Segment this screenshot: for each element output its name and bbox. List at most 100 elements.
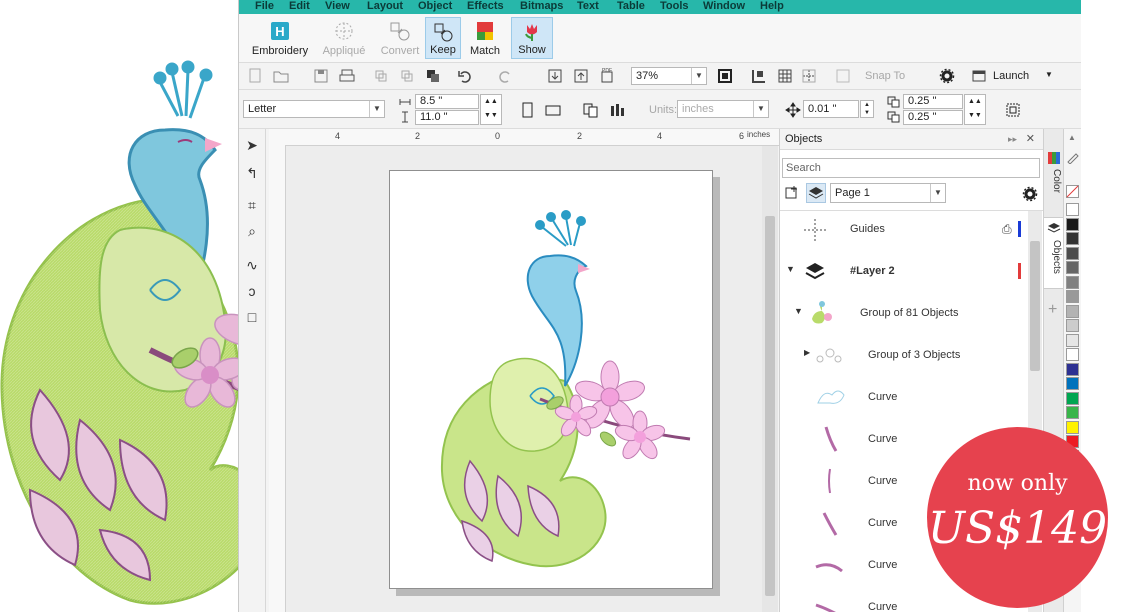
menu-window[interactable]: Window bbox=[703, 0, 745, 12]
palette-scroll-up-icon[interactable]: ▲ bbox=[1068, 133, 1076, 142]
menu-tools[interactable]: Tools bbox=[660, 0, 689, 12]
applique-button[interactable]: Appliqué bbox=[317, 17, 371, 59]
cut-icon[interactable] bbox=[373, 68, 389, 84]
add-tab-icon[interactable]: + bbox=[1048, 301, 1057, 319]
horizontal-ruler[interactable]: 4 2 0 2 4 6 inches bbox=[269, 129, 779, 146]
shape-tool-icon[interactable]: ↰ bbox=[243, 163, 261, 183]
peacock-vector-artwork[interactable] bbox=[390, 171, 712, 588]
current-page-icon[interactable] bbox=[609, 102, 625, 118]
close-icon[interactable]: ✕ bbox=[1026, 129, 1035, 149]
object-row-group3[interactable]: ▶ Group of 3 Objects bbox=[780, 335, 1028, 377]
scrollbar-thumb[interactable] bbox=[1030, 241, 1040, 371]
object-row-layer2[interactable]: ▼ #Layer 2 bbox=[780, 251, 1028, 293]
guidelines-icon[interactable] bbox=[801, 68, 817, 84]
full-screen-icon[interactable] bbox=[717, 68, 733, 84]
match-button[interactable]: Match bbox=[465, 17, 505, 59]
units-select[interactable]: inches ▼ bbox=[677, 100, 769, 118]
launch-button[interactable]: Launch bbox=[993, 70, 1029, 82]
tab-color[interactable]: Color bbox=[1046, 169, 1062, 209]
color-swatch[interactable] bbox=[1066, 319, 1079, 332]
color-swatch[interactable] bbox=[1066, 261, 1079, 274]
page-height-field[interactable]: 11.0 " bbox=[415, 110, 479, 125]
color-swatch[interactable] bbox=[1066, 246, 1079, 260]
crop-tool-icon[interactable]: ⌗ bbox=[243, 195, 261, 215]
vertical-ruler[interactable] bbox=[269, 145, 286, 612]
color-swatch[interactable] bbox=[1066, 391, 1079, 405]
color-swatch[interactable] bbox=[1066, 333, 1079, 347]
menu-layout[interactable]: Layout bbox=[367, 0, 403, 12]
zoom-level-select[interactable]: 37% ▼ bbox=[631, 67, 707, 85]
zoom-tool-icon[interactable]: ⌕ bbox=[243, 221, 261, 241]
color-swatch[interactable] bbox=[1066, 362, 1079, 376]
new-document-icon[interactable] bbox=[247, 68, 263, 84]
undo-icon[interactable] bbox=[457, 68, 473, 84]
duplicate-y-field[interactable]: 0.25 " bbox=[903, 110, 963, 125]
object-row-group81[interactable]: ▼ Group of 81 Objects bbox=[780, 293, 1028, 335]
menu-view[interactable]: View bbox=[325, 0, 350, 12]
artistic-media-tool-icon[interactable]: ↄ bbox=[243, 281, 261, 301]
menu-text[interactable]: Text bbox=[577, 0, 599, 12]
canvas-vertical-scrollbar[interactable] bbox=[762, 146, 778, 612]
nudge-stepper[interactable]: ▲ ▼ bbox=[860, 100, 874, 118]
import-icon[interactable] bbox=[547, 68, 563, 84]
embroidery-button[interactable]: H Embroidery bbox=[249, 17, 311, 59]
portrait-icon[interactable] bbox=[519, 102, 535, 118]
menu-file[interactable]: File bbox=[255, 0, 274, 12]
object-row-guides[interactable]: Guides ⎙ bbox=[780, 209, 1028, 251]
rulers-icon[interactable] bbox=[751, 68, 767, 84]
object-row-curve[interactable]: Curve bbox=[780, 377, 1028, 419]
grid-icon[interactable] bbox=[777, 68, 793, 84]
docker-gear-icon[interactable] bbox=[1022, 186, 1038, 202]
drawing-canvas[interactable] bbox=[286, 146, 778, 612]
lock-icon[interactable]: ⎙ bbox=[1002, 222, 1012, 237]
copy-icon[interactable] bbox=[399, 68, 415, 84]
nudge-distance-field[interactable]: 0.01 " bbox=[803, 100, 859, 118]
gear-icon[interactable] bbox=[939, 68, 955, 84]
menu-edit[interactable]: Edit bbox=[289, 0, 310, 12]
document-page[interactable] bbox=[389, 170, 713, 589]
no-color-swatch[interactable] bbox=[1066, 185, 1079, 198]
pick-tool-icon[interactable]: ➤ bbox=[243, 135, 261, 155]
color-swatch[interactable] bbox=[1066, 348, 1079, 361]
print-icon[interactable] bbox=[339, 68, 355, 84]
color-swatch[interactable] bbox=[1066, 406, 1079, 419]
expand-row-icon[interactable]: ▶ bbox=[804, 348, 810, 357]
collapse-icon[interactable]: ▼ bbox=[794, 306, 803, 316]
color-swatch[interactable] bbox=[1066, 420, 1079, 434]
paste-icon[interactable] bbox=[425, 68, 441, 84]
color-swatch[interactable] bbox=[1066, 304, 1079, 318]
color-swatch[interactable] bbox=[1066, 232, 1079, 245]
show-button[interactable]: Show bbox=[511, 17, 553, 59]
color-swatch[interactable] bbox=[1066, 217, 1079, 231]
export-icon[interactable] bbox=[573, 68, 589, 84]
open-folder-icon[interactable] bbox=[273, 68, 289, 84]
freehand-tool-icon[interactable]: ∿ bbox=[243, 255, 261, 275]
menu-bitmaps[interactable]: Bitmaps bbox=[520, 0, 563, 12]
pdf-icon[interactable]: PDF bbox=[599, 68, 615, 84]
convert-button[interactable]: Convert bbox=[377, 17, 423, 59]
tab-objects-active[interactable]: Objects bbox=[1044, 217, 1064, 289]
bleed-icon[interactable] bbox=[1005, 102, 1021, 118]
menu-table[interactable]: Table bbox=[617, 0, 645, 12]
scrollbar-thumb[interactable] bbox=[765, 216, 775, 596]
duplicate-stepper[interactable]: ▲▲ ▼▼ bbox=[964, 94, 986, 125]
page-size-select[interactable]: Letter ▼ bbox=[243, 100, 385, 118]
rectangle-tool-icon[interactable]: □ bbox=[243, 307, 261, 327]
menu-effects[interactable]: Effects bbox=[467, 0, 504, 12]
objects-search-input[interactable]: Search bbox=[782, 158, 1040, 178]
save-icon[interactable] bbox=[313, 68, 329, 84]
landscape-icon[interactable] bbox=[545, 102, 561, 118]
page-width-field[interactable]: 8.5 " bbox=[415, 94, 479, 109]
all-pages-icon[interactable] bbox=[583, 102, 599, 118]
redo-icon[interactable] bbox=[497, 68, 513, 84]
menu-help[interactable]: Help bbox=[760, 0, 784, 12]
page-select[interactable]: Page 1 ▼ bbox=[830, 183, 946, 203]
launch-chevron-down-icon[interactable]: ▼ bbox=[1045, 70, 1053, 79]
menu-object[interactable]: Object bbox=[418, 0, 452, 12]
page-size-stepper[interactable]: ▲▲ ▼▼ bbox=[480, 94, 502, 125]
keep-button[interactable]: Keep bbox=[425, 17, 461, 59]
snap-icon[interactable] bbox=[835, 68, 851, 84]
color-swatch[interactable] bbox=[1066, 275, 1079, 289]
layers-icon[interactable] bbox=[806, 183, 826, 203]
expand-icon[interactable]: ▸▸ bbox=[1008, 129, 1017, 149]
